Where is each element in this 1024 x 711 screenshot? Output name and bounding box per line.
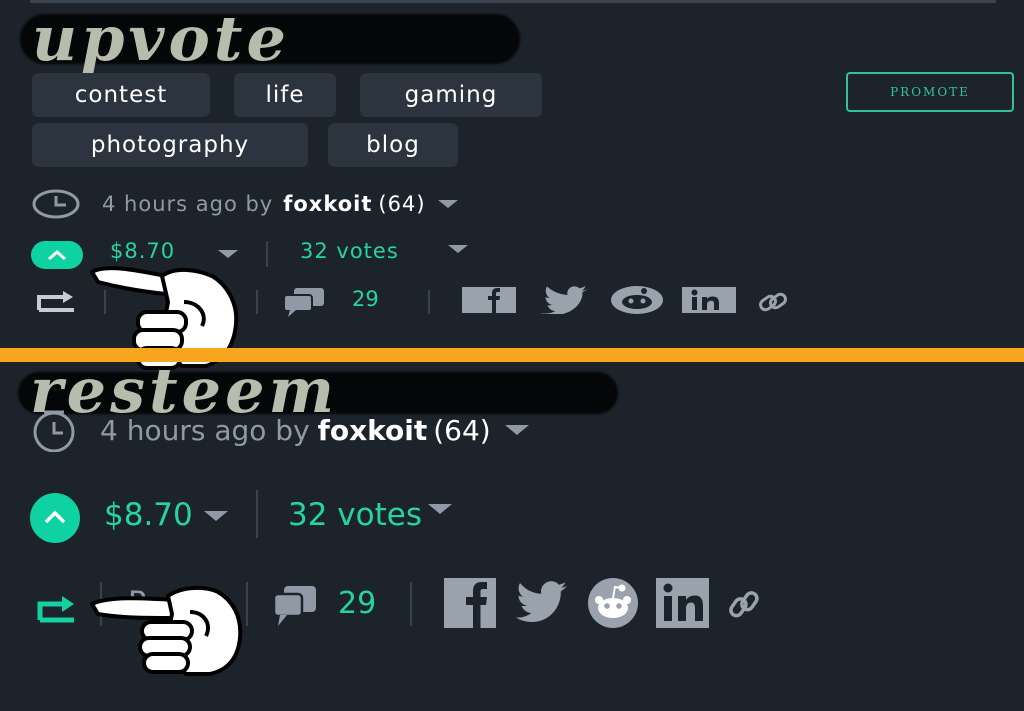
votes-dropdown-icon[interactable]	[448, 245, 468, 253]
clock-icon	[30, 408, 78, 452]
link-icon[interactable]	[726, 586, 762, 630]
divider	[256, 290, 258, 314]
divider	[410, 582, 412, 626]
divider	[428, 290, 430, 314]
votes-count[interactable]: 32 votes	[288, 497, 422, 533]
post-meta: 4 hours ago by foxkoit (64)	[30, 408, 529, 452]
reddit-icon[interactable]	[586, 578, 640, 632]
linkedin-icon[interactable]	[682, 287, 736, 317]
pointing-hand-icon	[88, 582, 248, 682]
promote-button[interactable]: PROMOTE	[846, 72, 1014, 112]
author-link[interactable]: foxkoit	[318, 414, 428, 447]
payout-value[interactable]: $8.70	[104, 497, 193, 533]
comment-count[interactable]: 29	[338, 586, 376, 621]
payout-dropdown-icon[interactable]	[204, 511, 228, 521]
time-ago: 4 hours ago by	[100, 413, 310, 447]
tag-contest[interactable]: contest	[32, 73, 210, 117]
time-ago: 4 hours ago by	[102, 192, 274, 216]
facebook-icon[interactable]	[444, 578, 498, 632]
link-icon[interactable]	[756, 290, 790, 318]
author-reputation: (64)	[433, 413, 491, 447]
comment-icon[interactable]	[282, 286, 328, 322]
clock-icon	[32, 188, 80, 220]
payout-dropdown-icon[interactable]	[218, 250, 238, 258]
author-reputation: (64)	[378, 192, 426, 216]
twitter-icon[interactable]	[514, 580, 568, 628]
resteem-icon[interactable]	[36, 288, 78, 318]
votes-count[interactable]: 32 votes	[300, 239, 399, 263]
tag-life[interactable]: life	[234, 73, 336, 117]
comment-count[interactable]: 29	[352, 287, 379, 311]
upvote-icon	[46, 246, 68, 265]
reddit-icon[interactable]	[610, 285, 664, 319]
tag-gaming[interactable]: gaming	[360, 73, 542, 117]
post-meta: 4 hours ago by foxkoit (64)	[32, 188, 458, 220]
author-link[interactable]: foxkoit	[283, 192, 372, 216]
twitter-icon[interactable]	[534, 286, 590, 318]
upvote-button[interactable]	[31, 241, 83, 269]
votes-dropdown-icon[interactable]	[428, 504, 452, 514]
chevron-down-icon[interactable]	[437, 200, 458, 208]
tag-blog[interactable]: blog	[328, 123, 458, 167]
upvote-button[interactable]	[30, 493, 80, 543]
facebook-icon[interactable]	[462, 287, 516, 317]
divider	[256, 490, 258, 538]
tag-photography[interactable]: photography	[32, 123, 308, 167]
comment-icon[interactable]	[272, 584, 318, 632]
chevron-down-icon[interactable]	[504, 425, 529, 435]
payout-value[interactable]: $8.70	[110, 239, 175, 263]
linkedin-icon[interactable]	[656, 578, 710, 632]
upvote-title: upvote	[32, 2, 290, 75]
resteem-icon[interactable]	[36, 590, 78, 628]
divider	[266, 241, 268, 267]
upvote-icon	[43, 509, 67, 528]
